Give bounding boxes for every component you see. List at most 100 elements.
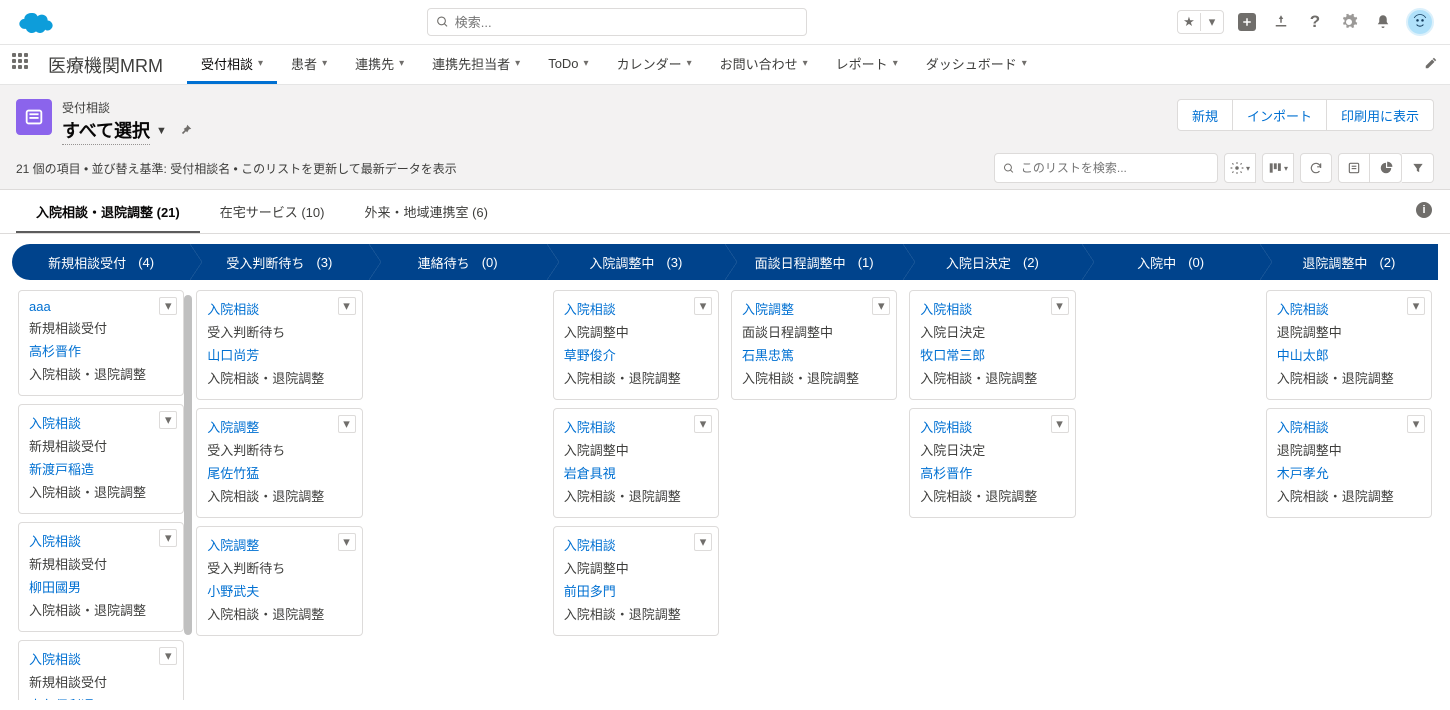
kanban-card[interactable]: ▾入院相談入院調整中岩倉具視入院相談・退院調整: [553, 408, 719, 518]
card-menu-icon[interactable]: ▾: [338, 415, 356, 433]
card-title[interactable]: 入院相談: [564, 417, 708, 436]
card-menu-icon[interactable]: ▾: [338, 297, 356, 315]
card-menu-icon[interactable]: ▾: [1051, 297, 1069, 315]
card-title[interactable]: 入院相談: [564, 535, 708, 554]
chevron-down-icon[interactable]: ▾: [515, 58, 520, 69]
card-person-link[interactable]: 高杉晋作: [920, 463, 1064, 482]
user-avatar[interactable]: [1406, 8, 1434, 36]
nav-tab-8[interactable]: ダッシュボード▾: [912, 45, 1041, 84]
card-menu-icon[interactable]: ▾: [694, 533, 712, 551]
app-launcher-icon[interactable]: [12, 53, 36, 77]
card-title[interactable]: 入院相談: [29, 413, 173, 432]
chart-icon[interactable]: [1370, 153, 1402, 183]
card-menu-icon[interactable]: ▾: [1407, 297, 1425, 315]
list-search-input[interactable]: [1021, 161, 1209, 175]
card-person-link[interactable]: 高杉晋作: [29, 341, 173, 360]
chevron-down-icon[interactable]: ▾: [687, 58, 692, 69]
salesforce-logo[interactable]: [16, 8, 56, 36]
card-title[interactable]: 入院調整: [207, 535, 351, 554]
card-person-link[interactable]: 石黒忠篤: [742, 345, 886, 364]
stage-header-7[interactable]: 退院調整中(2): [1260, 244, 1438, 280]
column-scrollbar[interactable]: [184, 290, 192, 670]
filter-icon[interactable]: [1402, 153, 1434, 183]
card-person-link[interactable]: 牧口常三郎: [920, 345, 1064, 364]
stage-header-1[interactable]: 受入判断待ち(3): [190, 244, 368, 280]
card-title[interactable]: aaa: [29, 299, 173, 314]
nav-tab-3[interactable]: 連携先担当者▾: [418, 45, 534, 84]
edit-list-icon[interactable]: [1338, 153, 1370, 183]
chevron-down-icon[interactable]: ▾: [322, 58, 327, 69]
card-menu-icon[interactable]: ▾: [1051, 415, 1069, 433]
kanban-card[interactable]: ▾入院相談入院調整中草野俊介入院相談・退院調整: [553, 290, 719, 400]
nav-tab-6[interactable]: お問い合わせ▾: [706, 45, 822, 84]
chevron-down-icon[interactable]: ▾: [399, 58, 404, 69]
notifications-bell-icon[interactable]: [1372, 11, 1394, 33]
kanban-card[interactable]: ▾入院調整受入判断待ち尾佐竹猛入院相談・退院調整: [196, 408, 362, 518]
kanban-card[interactable]: ▾aaa新規相談受付高杉晋作入院相談・退院調整: [18, 290, 184, 396]
card-title[interactable]: 入院相談: [29, 649, 173, 668]
stage-header-3[interactable]: 入院調整中(3): [547, 244, 725, 280]
info-icon[interactable]: i: [1416, 202, 1432, 218]
nav-tab-5[interactable]: カレンダー▾: [603, 45, 706, 84]
list-view-title[interactable]: すべて選択: [62, 117, 150, 145]
kanban-card[interactable]: ▾入院相談新規相談受付新渡戸稲造入院相談・退院調整: [18, 404, 184, 514]
stage-header-6[interactable]: 入院中(0): [1082, 244, 1260, 280]
card-person-link[interactable]: 小野武夫: [207, 581, 351, 600]
display-as-kanban-icon[interactable]: ▾: [1262, 153, 1294, 183]
card-menu-icon[interactable]: ▾: [872, 297, 890, 315]
kanban-card[interactable]: ▾入院相談入院調整中前田多門入院相談・退院調整: [553, 526, 719, 636]
kanban-card[interactable]: ▾入院相談受入判断待ち山口尚芳入院相談・退院調整: [196, 290, 362, 400]
list-search[interactable]: [994, 153, 1218, 183]
card-title[interactable]: 入院相談: [1277, 299, 1421, 318]
import-button[interactable]: インポート: [1233, 99, 1327, 131]
nav-tab-2[interactable]: 連携先▾: [341, 45, 418, 84]
card-title[interactable]: 入院相談: [207, 299, 351, 318]
card-menu-icon[interactable]: ▾: [1407, 415, 1425, 433]
card-person-link[interactable]: 岩倉具視: [564, 463, 708, 482]
new-button[interactable]: 新規: [1177, 99, 1233, 131]
card-menu-icon[interactable]: ▾: [159, 529, 177, 547]
chevron-down-icon[interactable]: ▾: [584, 58, 589, 69]
nav-tab-7[interactable]: レポート▾: [822, 45, 912, 84]
kanban-card[interactable]: ▾入院調整受入判断待ち小野武夫入院相談・退院調整: [196, 526, 362, 636]
kanban-card[interactable]: ▾入院相談入院日決定高杉晋作入院相談・退院調整: [909, 408, 1075, 518]
kanban-card[interactable]: ▾入院相談新規相談受付柳田國男入院相談・退院調整: [18, 522, 184, 632]
card-title[interactable]: 入院相談: [1277, 417, 1421, 436]
card-menu-icon[interactable]: ▾: [338, 533, 356, 551]
kanban-card[interactable]: ▾入院相談入院日決定牧口常三郎入院相談・退院調整: [909, 290, 1075, 400]
nav-tab-0[interactable]: 受付相談▾: [187, 45, 277, 84]
card-title[interactable]: 入院調整: [207, 417, 351, 436]
printable-view-button[interactable]: 印刷用に表示: [1327, 99, 1434, 131]
card-title[interactable]: 入院相談: [29, 531, 173, 550]
refresh-icon[interactable]: [1300, 153, 1332, 183]
list-view-controls-gear-icon[interactable]: ▾: [1224, 153, 1256, 183]
stage-header-5[interactable]: 入院日決定(2): [903, 244, 1081, 280]
card-person-link[interactable]: 木戸孝允: [1277, 463, 1421, 482]
card-menu-icon[interactable]: ▾: [694, 297, 712, 315]
chevron-down-icon[interactable]: ▾: [893, 58, 898, 69]
card-menu-icon[interactable]: ▾: [159, 411, 177, 429]
pin-icon[interactable]: [179, 123, 193, 140]
salesforce-cloud-icon[interactable]: [1270, 11, 1292, 33]
nav-tab-1[interactable]: 患者▾: [277, 45, 341, 84]
chevron-down-icon[interactable]: ▾: [258, 58, 263, 69]
card-title[interactable]: 入院相談: [564, 299, 708, 318]
card-menu-icon[interactable]: ▾: [159, 297, 177, 315]
stage-header-4[interactable]: 面談日程調整中(1): [725, 244, 903, 280]
card-person-link[interactable]: 山口尚芳: [207, 345, 351, 364]
card-person-link[interactable]: 柳田國男: [29, 577, 173, 596]
favorite-star-icon[interactable]: ★: [1178, 11, 1200, 33]
card-menu-icon[interactable]: ▾: [694, 415, 712, 433]
chevron-down-icon[interactable]: ▼: [156, 125, 167, 137]
kanban-card[interactable]: ▾入院調整面談日程調整中石黒忠篤入院相談・退院調整: [731, 290, 897, 400]
help-icon[interactable]: ?: [1304, 11, 1326, 33]
card-title[interactable]: 入院調整: [742, 299, 886, 318]
kanban-tab-2[interactable]: 外来・地域連携室 (6): [344, 190, 508, 233]
card-person-link[interactable]: 新渡戸稲造: [29, 459, 173, 478]
kanban-card[interactable]: ▾入院相談退院調整中木戸孝允入院相談・退院調整: [1266, 408, 1432, 518]
card-menu-icon[interactable]: ▾: [159, 647, 177, 665]
card-title[interactable]: 入院相談: [920, 299, 1064, 318]
kanban-tab-1[interactable]: 在宅サービス (10): [200, 190, 345, 233]
card-person-link[interactable]: 草野俊介: [564, 345, 708, 364]
card-person-link[interactable]: 尾佐竹猛: [207, 463, 351, 482]
